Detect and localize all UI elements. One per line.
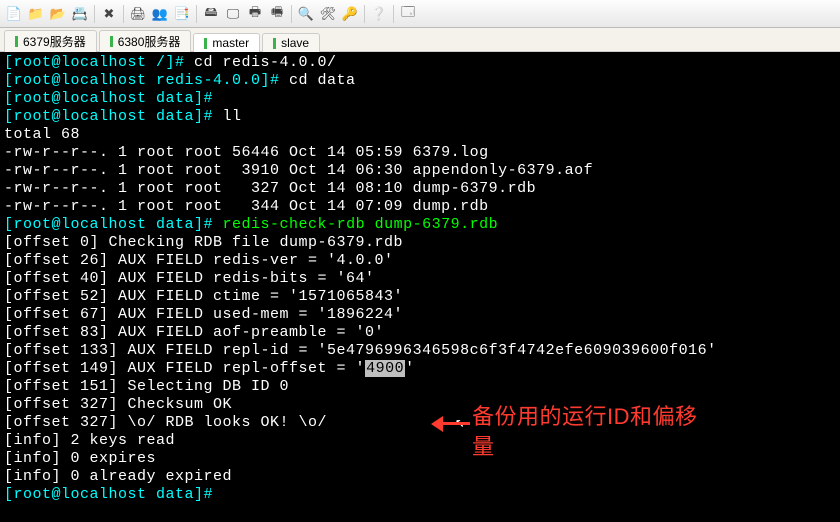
tab-label: 6379服务器 xyxy=(23,33,86,50)
toolbar-icon-2[interactable]: 📁 xyxy=(26,4,46,24)
prompt: [root@localhost data]# xyxy=(4,108,223,125)
toolbar: 📄 📁 📂 📇 ✖ 🖨 👥 📑 🖴 🖵 🖶 🖷 🔍 🛠 🔑 ❔ 🗔 xyxy=(0,0,840,28)
term-line: [offset 83] AUX FIELD aof-preamble = '0' xyxy=(4,324,836,342)
tab-6379[interactable]: 6379服务器 xyxy=(4,30,97,52)
output: ' xyxy=(405,360,415,377)
term-line: [offset 327] Checksum OK xyxy=(4,396,836,414)
term-line: [root@localhost redis-4.0.0]# cd data xyxy=(4,72,836,90)
cmd: ll xyxy=(223,108,242,125)
toolbar-icon-4[interactable]: 📇 xyxy=(70,4,90,24)
selected-text: 4900 xyxy=(365,360,405,377)
tabbar: 6379服务器 6380服务器 master slave xyxy=(0,28,840,52)
term-line: -rw-r--r--. 1 root root 327 Oct 14 08:10… xyxy=(4,180,836,198)
term-line: [offset 151] Selecting DB ID 0 xyxy=(4,378,836,396)
toolbar-icon-13[interactable]: 🔍 xyxy=(296,4,316,24)
term-line: [offset 52] AUX FIELD ctime = '157106584… xyxy=(4,288,836,306)
tab-master[interactable]: master xyxy=(193,33,260,52)
annotation-text: 备份用的运行ID和偏移 量 xyxy=(472,402,698,462)
tab-slave[interactable]: slave xyxy=(262,33,320,52)
term-line: [root@localhost data]# redis-check-rdb d… xyxy=(4,216,836,234)
term-line: [info] 0 already expired xyxy=(4,468,836,486)
prompt: [root@localhost /]# xyxy=(4,54,194,71)
toolbar-icon-15[interactable]: 🔑 xyxy=(340,4,360,24)
toolbar-icon-14[interactable]: 🛠 xyxy=(318,4,338,24)
help-icon[interactable]: ❔ xyxy=(369,4,389,24)
toolbar-icon-7[interactable]: 👥 xyxy=(150,4,170,24)
toolbar-icon-8[interactable]: 📑 xyxy=(172,4,192,24)
cmd: cd data xyxy=(289,72,356,89)
toolbar-separator xyxy=(94,5,95,23)
term-line: total 68 xyxy=(4,126,836,144)
toolbar-icon-9[interactable]: 🖴 xyxy=(201,4,221,24)
tab-label: master xyxy=(212,36,249,50)
toolbar-icon-5[interactable]: ✖ xyxy=(99,4,119,24)
toolbar-icon-10[interactable]: 🖵 xyxy=(223,4,243,24)
toolbar-separator xyxy=(291,5,292,23)
term-line: [offset 133] AUX FIELD repl-id = '5e4796… xyxy=(4,342,836,360)
term-line: [root@localhost data]# ll xyxy=(4,108,836,126)
toolbar-icon-11[interactable]: 🖶 xyxy=(245,4,265,24)
tab-label: 6380服务器 xyxy=(118,33,181,50)
prompt: [root@localhost data]# xyxy=(4,486,213,503)
term-line: -rw-r--r--. 1 root root 56446 Oct 14 05:… xyxy=(4,144,836,162)
term-line: [root@localhost data]# xyxy=(4,486,836,504)
toolbar-icon-3[interactable]: 📂 xyxy=(48,4,68,24)
toolbar-icon-6[interactable]: 🖨 xyxy=(128,4,148,24)
term-line: [offset 40] AUX FIELD redis-bits = '64' xyxy=(4,270,836,288)
prompt: [root@localhost data]# xyxy=(4,216,223,233)
cmd: redis-check-rdb dump-6379.rdb xyxy=(223,216,499,233)
toolbar-separator xyxy=(393,5,394,23)
toolbar-separator xyxy=(364,5,365,23)
toolbar-icon-16[interactable]: 🗔 xyxy=(398,4,418,24)
prompt: [root@localhost data]# xyxy=(4,90,213,107)
tab-6380[interactable]: 6380服务器 xyxy=(99,30,192,52)
term-line: [root@localhost data]# xyxy=(4,90,836,108)
term-line: [offset 149] AUX FIELD repl-offset = '49… xyxy=(4,360,836,378)
tab-label: slave xyxy=(281,36,309,50)
term-line: [offset 26] AUX FIELD redis-ver = '4.0.0… xyxy=(4,252,836,270)
toolbar-icon-1[interactable]: 📄 xyxy=(4,4,24,24)
cmd: cd redis-4.0.0/ xyxy=(194,54,337,71)
prompt: [root@localhost redis-4.0.0]# xyxy=(4,72,289,89)
term-line: [offset 327] \o/ RDB looks OK! \o/ xyxy=(4,414,836,432)
term-line: [info] 2 keys read xyxy=(4,432,836,450)
term-line: -rw-r--r--. 1 root root 344 Oct 14 07:09… xyxy=(4,198,836,216)
term-line: [offset 67] AUX FIELD used-mem = '189622… xyxy=(4,306,836,324)
toolbar-separator xyxy=(196,5,197,23)
term-line: [info] 0 expires xyxy=(4,450,836,468)
term-line: [offset 0] Checking RDB file dump-6379.r… xyxy=(4,234,836,252)
toolbar-icon-12[interactable]: 🖷 xyxy=(267,4,287,24)
term-line: [root@localhost /]# cd redis-4.0.0/ xyxy=(4,54,836,72)
term-line: -rw-r--r--. 1 root root 3910 Oct 14 06:3… xyxy=(4,162,836,180)
terminal[interactable]: [root@localhost /]# cd redis-4.0.0/ [roo… xyxy=(0,52,840,522)
output: [offset 149] AUX FIELD repl-offset = ' xyxy=(4,360,365,377)
toolbar-separator xyxy=(123,5,124,23)
